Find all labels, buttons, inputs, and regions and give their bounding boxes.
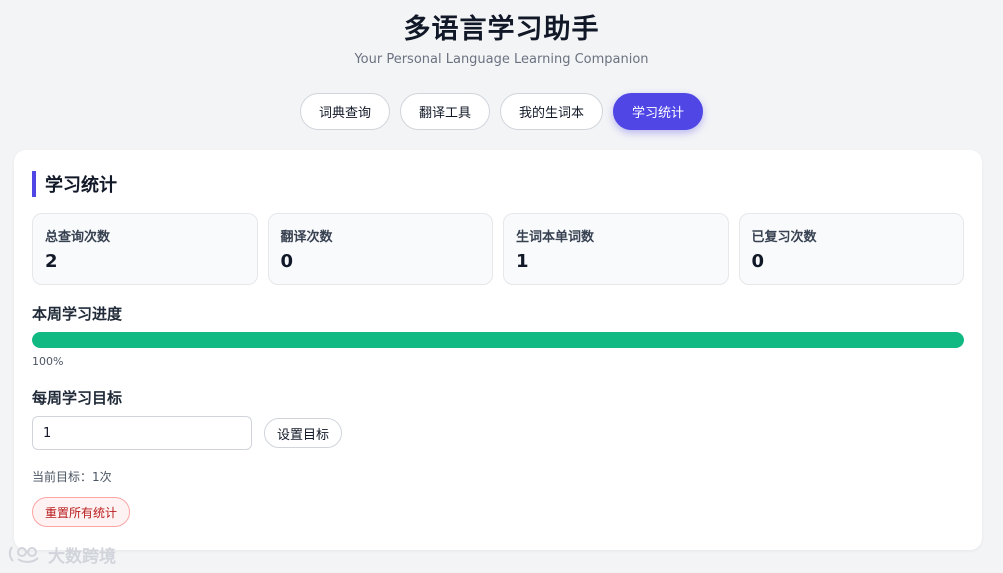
stat-label: 总查询次数 [45,230,111,245]
stat-value: 2 [45,251,58,272]
tab-translate[interactable]: 翻译工具 [399,93,490,130]
stat-vocab-count: 生词本单词数 1 [503,213,729,285]
tab-bar: 词典查询 翻译工具 我的生词本 学习统计 [0,93,1003,130]
app-title: 多语言学习助手 [403,14,600,45]
tab-dictionary[interactable]: 词典查询 [299,93,390,130]
current-goal-text: 当前目标：1次 [32,470,112,484]
tab-statistics[interactable]: 学习统计 [613,93,704,130]
weekly-progress-heading: 本周学习进度 [32,305,123,323]
set-goal-button[interactable]: 设置目标 [264,418,343,448]
watermark-text: 大数跨境 [48,546,116,567]
weekly-goal-input[interactable] [32,416,252,450]
stat-value: 1 [516,251,529,272]
watermark-logo-icon [8,546,39,563]
stat-label: 已复习次数 [751,230,817,245]
reset-stats-button[interactable]: 重置所有统计 [32,497,131,527]
section-title: 学习统计 [32,171,117,197]
statistics-card: 学习统计 总查询次数 2 翻译次数 0 生词本单词数 1 已复习次数 0 本周学… [14,150,982,550]
stat-label: 翻译次数 [280,230,333,245]
watermark: 大数跨境 [8,542,116,567]
stat-reviews: 已复习次数 0 [738,213,964,285]
stat-translations: 翻译次数 0 [267,213,493,285]
stat-label: 生词本单词数 [516,230,595,245]
stat-value: 0 [751,251,765,272]
weekly-progress-fill [32,332,964,348]
tab-vocabulary[interactable]: 我的生词本 [500,93,604,130]
weekly-progress-bar [32,332,964,348]
weekly-progress-percent: 100% [32,355,64,368]
weekly-goal-heading: 每周学习目标 [32,389,123,407]
stats-grid: 总查询次数 2 翻译次数 0 生词本单词数 1 已复习次数 0 [32,213,964,285]
stat-total-lookups: 总查询次数 2 [32,213,258,285]
app-subtitle: Your Personal Language Learning Companio… [354,52,649,67]
stat-value: 0 [280,251,294,272]
